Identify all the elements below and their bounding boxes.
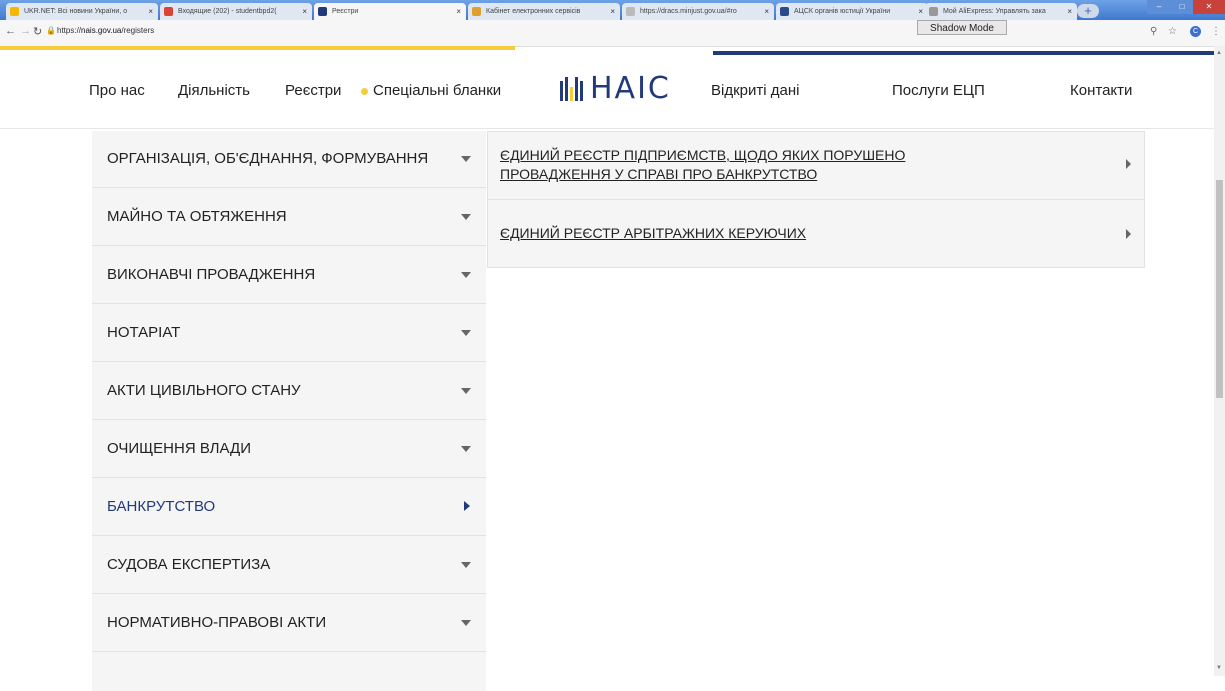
page-favicon-icon — [626, 7, 635, 16]
browser-tab[interactable]: https://dracs.minjust.gov.ua/#ro × — [622, 3, 774, 20]
minimize-icon[interactable]: – — [1147, 0, 1171, 14]
menu-kebab-icon[interactable]: ⋮ — [1211, 26, 1221, 37]
tab-close-icon[interactable]: × — [148, 3, 153, 20]
chevron-right-icon — [1126, 229, 1131, 239]
tab-title: UKR.NET: Всі новини України, о — [24, 8, 128, 15]
menu-item-lustration[interactable]: ОЧИЩЕННЯ ВЛАДИ — [92, 421, 486, 478]
scroll-down-arrow-icon[interactable]: ▼ — [1216, 665, 1222, 671]
bankruptcy-submenu: ЄДИНИЙ РЕЄСТР ПІДПРИЄМСТВ, ЩОДО ЯКИХ ПОР… — [487, 131, 1145, 268]
menu-item-notary[interactable]: НОТАРІАТ — [92, 305, 486, 362]
bookmark-star-icon[interactable]: ☆ — [1168, 26, 1177, 37]
submenu-link-label: ЄДИНИЙ РЕЄСТР АРБІТРАЖНИХ КЕРУЮЧИХ — [500, 225, 807, 241]
menu-item-label: ОРГАНІЗАЦІЯ, ОБ'ЄДНАННЯ, ФОРМУВАННЯ — [107, 150, 429, 167]
menu-item-label: ОЧИЩЕННЯ ВЛАДИ — [107, 440, 251, 457]
document-favicon-icon — [929, 7, 938, 16]
menu-item-bankruptcy[interactable]: БАНКРУТСТВО — [92, 479, 486, 536]
browser-tab-strip: UKR.NET: Всі новини України, о × Входящи… — [0, 0, 1225, 20]
nais-favicon-icon — [318, 7, 327, 16]
url-path: /registers — [121, 26, 155, 35]
menu-item-label: АКТИ ЦИВІЛЬНОГО СТАНУ — [107, 382, 301, 399]
nav-registers[interactable]: Реєстри — [285, 82, 341, 99]
tab-close-icon[interactable]: × — [918, 3, 923, 20]
nav-open-data[interactable]: Відкриті дані — [711, 82, 799, 99]
tab-close-icon[interactable]: × — [764, 3, 769, 20]
menu-item-label: НОТАРІАТ — [107, 324, 181, 341]
browser-tab[interactable]: АЦСК органів юстиції України × — [776, 3, 928, 20]
browser-tab[interactable]: Мой AliExpress: Управлять зака × — [925, 3, 1077, 20]
menu-item-label: ВИКОНАВЧІ ПРОВАДЖЕННЯ — [107, 266, 316, 283]
url-field[interactable]: https://nais.gov.ua/registers — [57, 26, 154, 35]
nav-special-forms[interactable]: Спеціальні бланки — [373, 82, 501, 99]
lock-icon: 🔒 — [46, 26, 56, 35]
chevron-right-icon — [464, 501, 470, 511]
site-header: Про нас Діяльність Реєстри Спеціальні бл… — [0, 55, 1214, 129]
tab-title: Входящие (202) - studentbpd2( — [178, 8, 277, 15]
chevron-down-icon — [461, 330, 471, 336]
shadow-mode-badge[interactable]: Shadow Mode — [917, 20, 1007, 35]
tab-title: Мой AliExpress: Управлять зака — [943, 8, 1046, 15]
browser-tab[interactable]: Кабінет електронних сервісів × — [468, 3, 620, 20]
submenu-link-bankruptcy-register[interactable]: ЄДИНИЙ РЕЄСТР ПІДПРИЄМСТВ, ЩОДО ЯКИХ ПОР… — [488, 132, 1144, 200]
nav-contacts[interactable]: Контакти — [1070, 82, 1132, 99]
submenu-link-label: ЄДИНИЙ РЕЄСТР ПІДПРИЄМСТВ, ЩОДО ЯКИХ ПОР… — [500, 146, 905, 184]
submenu-link-line: ЄДИНИЙ РЕЄСТР ПІДПРИЄМСТВ, ЩОДО ЯКИХ ПОР… — [500, 147, 906, 163]
tab-title: Реєстри — [332, 8, 359, 15]
nav-activity[interactable]: Діяльність — [178, 82, 250, 99]
forward-arrow-icon[interactable]: → — [20, 25, 31, 37]
nav-eds-services[interactable]: Послуги ЕЦП — [892, 82, 985, 99]
menu-item-legal-acts[interactable]: НОРМАТИВНО-ПРАВОВІ АКТИ — [92, 595, 486, 652]
profile-avatar[interactable]: C — [1190, 26, 1201, 37]
scrollbar-thumb[interactable] — [1216, 180, 1223, 398]
menu-item-civil-status[interactable]: АКТИ ЦИВІЛЬНОГО СТАНУ — [92, 363, 486, 420]
maximize-icon[interactable]: □ — [1171, 0, 1193, 14]
nav-about[interactable]: Про нас — [89, 82, 145, 99]
url-prefix: https:// — [57, 26, 82, 35]
menu-item-forensic-expertise[interactable]: СУДОВА ЕКСПЕРТИЗА — [92, 537, 486, 594]
chevron-down-icon — [461, 214, 471, 220]
url-host: nais.gov.ua — [81, 26, 122, 35]
chevron-down-icon — [461, 620, 471, 626]
tab-close-icon[interactable]: × — [456, 3, 461, 20]
acsk-favicon-icon — [780, 7, 789, 16]
chevron-down-icon — [461, 156, 471, 162]
tab-close-icon[interactable]: × — [1067, 3, 1072, 20]
chevron-right-icon — [1126, 159, 1131, 169]
accent-stripe-yellow — [0, 46, 515, 50]
chevron-down-icon — [461, 388, 471, 394]
gmail-favicon-icon — [164, 7, 173, 16]
menu-item-label: НОРМАТИВНО-ПРАВОВІ АКТИ — [107, 614, 327, 631]
tab-close-icon[interactable]: × — [302, 3, 307, 20]
chevron-down-icon — [461, 562, 471, 568]
browser-tab-active[interactable]: Реєстри × — [314, 3, 466, 20]
back-arrow-icon[interactable]: ← — [5, 25, 16, 37]
submenu-link-arbitration-managers[interactable]: ЄДИНИЙ РЕЄСТР АРБІТРАЖНИХ КЕРУЮЧИХ — [488, 200, 1144, 267]
tab-title: АЦСК органів юстиції України — [794, 8, 891, 15]
browser-tab[interactable]: UKR.NET: Всі новини України, о × — [6, 3, 158, 20]
menu-item-property[interactable]: МАЙНО ТА ОБТЯЖЕННЯ — [92, 189, 486, 246]
scroll-up-arrow-icon[interactable]: ▲ — [1216, 50, 1222, 56]
tab-title: https://dracs.minjust.gov.ua/#ro — [640, 8, 737, 15]
menu-item-label: СУДОВА ЕКСПЕРТИЗА — [107, 556, 271, 573]
active-nav-dot — [361, 88, 368, 95]
tab-title: Кабінет електронних сервісів — [486, 8, 581, 15]
submenu-link-line: ПРОВАДЖЕННЯ У СПРАВІ ПРО БАНКРУТСТВО — [500, 166, 818, 182]
logo-bars-icon — [560, 77, 584, 101]
ukrnet-favicon-icon — [10, 7, 19, 16]
reload-icon[interactable]: ↻ — [33, 25, 42, 38]
menu-item-organizations[interactable]: ОРГАНІЗАЦІЯ, ОБ'ЄДНАННЯ, ФОРМУВАННЯ — [92, 131, 486, 188]
menu-item-label: МАЙНО ТА ОБТЯЖЕННЯ — [107, 208, 287, 225]
address-bar: ← → ↻ 🔒 https://nais.gov.ua/registers ⚲ … — [0, 20, 1225, 47]
menu-item-label: БАНКРУТСТВО — [107, 498, 216, 515]
tab-close-icon[interactable]: × — [610, 3, 615, 20]
registry-category-menu: ОРГАНІЗАЦІЯ, ОБ'ЄДНАННЯ, ФОРМУВАННЯ МАЙН… — [92, 131, 486, 691]
chevron-down-icon — [461, 272, 471, 278]
close-window-icon[interactable]: ✕ — [1193, 0, 1225, 14]
chevron-down-icon — [461, 446, 471, 452]
cabinet-favicon-icon — [472, 7, 481, 16]
logo-text: НАІС — [590, 71, 671, 106]
menu-item-enforcement[interactable]: ВИКОНАВЧІ ПРОВАДЖЕННЯ — [92, 247, 486, 304]
browser-tab[interactable]: Входящие (202) - studentbpd2( × — [160, 3, 312, 20]
new-tab-button[interactable]: + — [1077, 4, 1099, 18]
zoom-icon[interactable]: ⚲ — [1150, 26, 1157, 37]
